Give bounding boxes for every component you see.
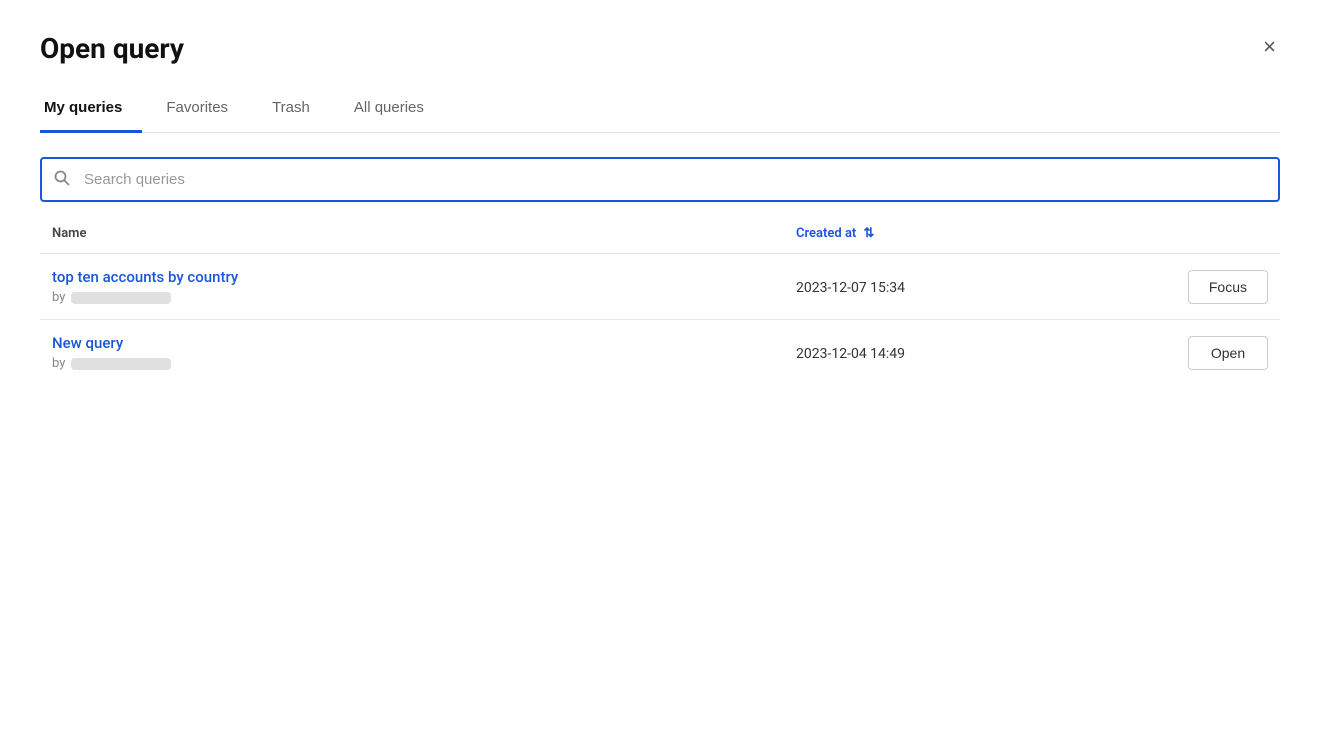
- open-button[interactable]: Open: [1188, 336, 1268, 370]
- by-label: by: [52, 290, 65, 305]
- created-at-value: 2023-12-07 15:34: [796, 280, 905, 296]
- column-header-created-at[interactable]: Created at ⇅: [784, 226, 1094, 254]
- user-placeholder: [71, 358, 171, 370]
- tab-all-queries[interactable]: All queries: [350, 89, 444, 133]
- close-button[interactable]: ×: [1259, 32, 1280, 62]
- tab-my-queries[interactable]: My queries: [40, 89, 142, 133]
- dialog-title: Open query: [40, 32, 184, 65]
- search-input[interactable]: [40, 157, 1280, 202]
- column-header-action: [1094, 226, 1280, 254]
- focus-button[interactable]: Focus: [1188, 270, 1268, 304]
- by-label: by: [52, 356, 65, 371]
- query-name-link[interactable]: top ten accounts by country: [52, 268, 772, 286]
- search-container: [40, 157, 1280, 202]
- query-by: by: [52, 290, 772, 305]
- tab-trash[interactable]: Trash: [268, 89, 330, 133]
- table-row: New query by 2023-12-04 14:49 Open: [40, 320, 1280, 386]
- created-at-value: 2023-12-04 14:49: [796, 346, 905, 362]
- query-by: by: [52, 356, 772, 371]
- query-name-link[interactable]: New query: [52, 334, 772, 352]
- tabs-bar: My queries Favorites Trash All queries: [40, 89, 1280, 133]
- queries-table: Name Created at ⇅ top ten accounts by co…: [40, 226, 1280, 385]
- sort-icon: ⇅: [864, 226, 875, 241]
- table-row: top ten accounts by country by 2023-12-07 …: [40, 254, 1280, 320]
- column-header-name: Name: [40, 226, 784, 254]
- tab-favorites[interactable]: Favorites: [162, 89, 248, 133]
- user-placeholder: [71, 292, 171, 304]
- dialog-header: Open query ×: [40, 32, 1280, 65]
- open-query-dialog: Open query × My queries Favorites Trash …: [0, 0, 1320, 730]
